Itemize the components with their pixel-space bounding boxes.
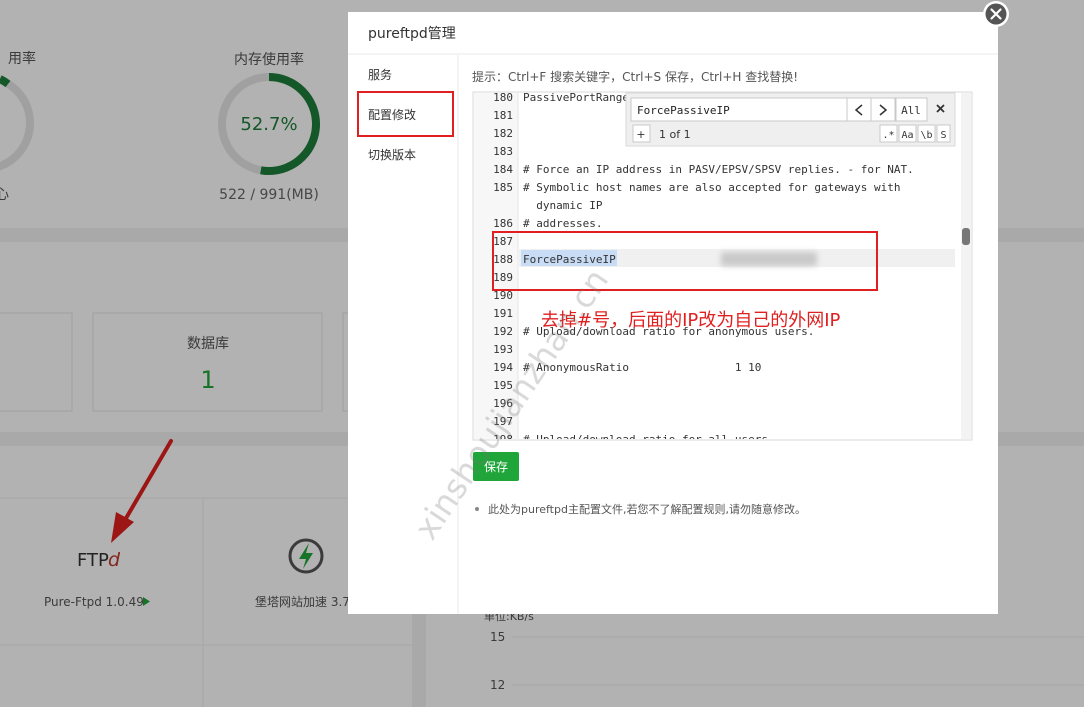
- code-line: # addresses.: [523, 217, 602, 230]
- redacted-ip: [721, 252, 817, 266]
- editor-hint: 提示：Ctrl+F 搜索关键字，Ctrl+S 保存，Ctrl+H 查找替换!: [472, 69, 798, 84]
- line-number: 188: [493, 253, 513, 266]
- line-number: 187: [493, 235, 513, 248]
- line-number: 189: [493, 271, 513, 284]
- line-number: 186: [493, 217, 513, 230]
- search-panel: ForcePassiveIP All + 1 of 1 .* Aa \b S: [625, 92, 956, 147]
- line-number: 191: [493, 307, 513, 320]
- search-all-label: All: [901, 104, 921, 117]
- nav-item-switch-version[interactable]: 切换版本: [368, 148, 416, 162]
- option-label: Aa: [901, 130, 913, 141]
- nav-item-config-edit[interactable]: 配置修改: [368, 107, 416, 122]
- code-editor[interactable]: 180 PassivePortRange181182183184 # Force a…: [472, 91, 973, 446]
- code-line: # Symbolic host names are also accepted …: [523, 181, 901, 194]
- replace-toggle-label: +: [636, 128, 645, 141]
- line-number: 181: [493, 109, 513, 122]
- option-label: .*: [882, 130, 894, 141]
- search-next-button[interactable]: [870, 97, 896, 122]
- regex-option-button[interactable]: .*: [879, 124, 898, 143]
- editor-scrollbar[interactable]: [961, 93, 971, 439]
- search-result-count: 1 of 1: [659, 128, 691, 141]
- close-button[interactable]: [983, 1, 1009, 27]
- code-line: # Force an IP address in PASV/EPSV/SPSV …: [523, 163, 914, 176]
- line-number: 185: [493, 181, 513, 194]
- search-prev-button[interactable]: [846, 97, 872, 122]
- word-option-button[interactable]: \b: [917, 124, 936, 143]
- scrollbar-thumb[interactable]: [962, 228, 970, 245]
- line-number: 184: [493, 163, 513, 176]
- option-label: \b: [920, 130, 932, 141]
- line-number: 192: [493, 325, 513, 338]
- selection-option-button[interactable]: S: [936, 124, 951, 143]
- note-bullet: [475, 507, 479, 511]
- code-line: dynamic IP: [523, 199, 603, 212]
- case-option-button[interactable]: Aa: [898, 124, 917, 143]
- line-number: 182: [493, 127, 513, 140]
- line-number: 193: [493, 343, 513, 356]
- search-input-value: ForcePassiveIP: [637, 104, 730, 117]
- line-number: 183: [493, 145, 513, 158]
- config-note: 此处为pureftpd主配置文件,若您不了解配置规则,请勿随意修改。: [488, 502, 806, 516]
- option-label: S: [940, 130, 946, 141]
- screenshot-scene: 用率 心 内存使用率 52.7% 522 / 991(MB) 数据库 1 FTP…: [0, 0, 1084, 707]
- modal-title: pureftpd管理: [368, 26, 456, 42]
- nav-item-service[interactable]: 服务: [368, 67, 392, 82]
- code-line: ForcePassiveIP: [523, 253, 616, 266]
